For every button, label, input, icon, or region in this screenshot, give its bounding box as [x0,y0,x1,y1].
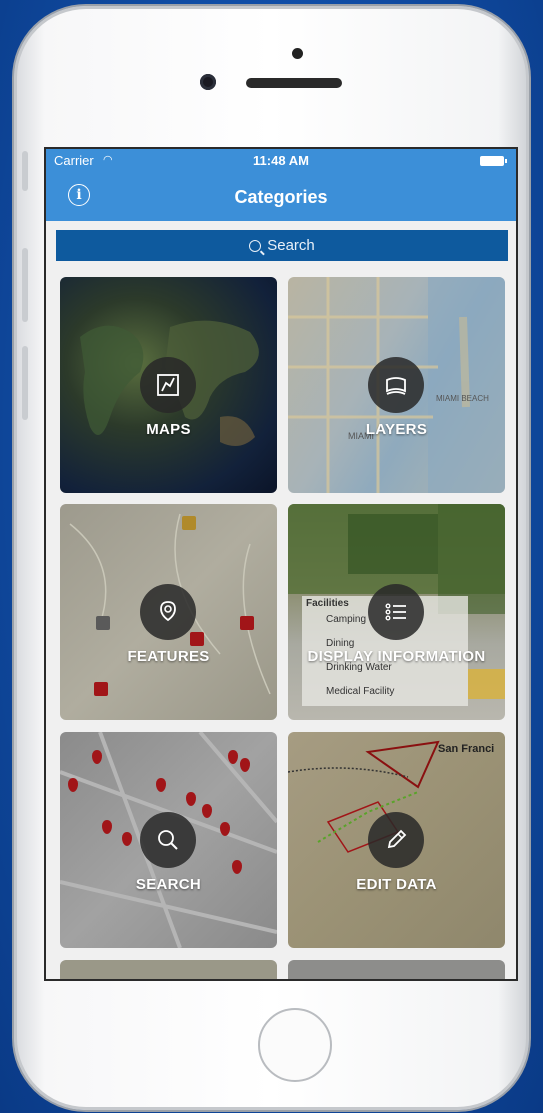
home-button[interactable] [258,1008,332,1082]
map-pin-icon [140,584,196,640]
map-text-miami-beach: MIAMI BEACH [436,394,489,403]
tile-label: DISPLAY INFORMATION [307,648,486,665]
map-icon [140,357,196,413]
earpiece-speaker [246,78,342,88]
volume-down-button [22,346,28,420]
clock: 11:48 AM [253,153,309,168]
tile-features[interactable]: FEATURES [60,504,277,720]
layers-icon [368,357,424,413]
search-icon [249,239,262,252]
tile-label: FEATURES [127,648,210,665]
search-bar[interactable]: Search [56,230,508,261]
legend-item: Camping [326,614,367,625]
tile-label: EDIT DATA [356,876,437,893]
app-screen: Carrier ◠ 11:48 AM i Categories Search M… [44,147,518,981]
page-title: Categories [234,187,328,207]
tile-partial[interactable] [288,960,505,979]
tile-maps[interactable]: MAPS [60,277,277,493]
tile-label: LAYERS [365,421,428,438]
tile-label: SEARCH [135,876,202,893]
map-text-san-francisco: San Franci [438,743,494,755]
legend-item: Medical Facility [326,686,395,697]
tile-search[interactable]: SEARCH [60,732,277,948]
status-bar: Carrier ◠ 11:48 AM [46,151,516,171]
list-icon [368,584,424,640]
tile-partial[interactable] [60,960,277,979]
search-placeholder: Search [267,237,315,254]
legend-title: Facilities [306,598,349,609]
front-camera [200,74,216,90]
tile-edit-data[interactable]: San Franci EDIT DATA [288,732,505,948]
tile-label: MAPS [146,421,191,438]
tile-display-information[interactable]: Facilities Camping Dining Drinking Water… [288,504,505,720]
mute-switch [22,151,28,191]
battery-icon [480,156,507,166]
volume-up-button [22,248,28,322]
search-icon [140,812,196,868]
navigation-bar: Carrier ◠ 11:48 AM i Categories [46,149,516,221]
tile-layers[interactable]: MIAMI BEACH MIAMI LAYERS [288,277,505,493]
sensor-dot [292,48,303,59]
pencil-icon [368,812,424,868]
